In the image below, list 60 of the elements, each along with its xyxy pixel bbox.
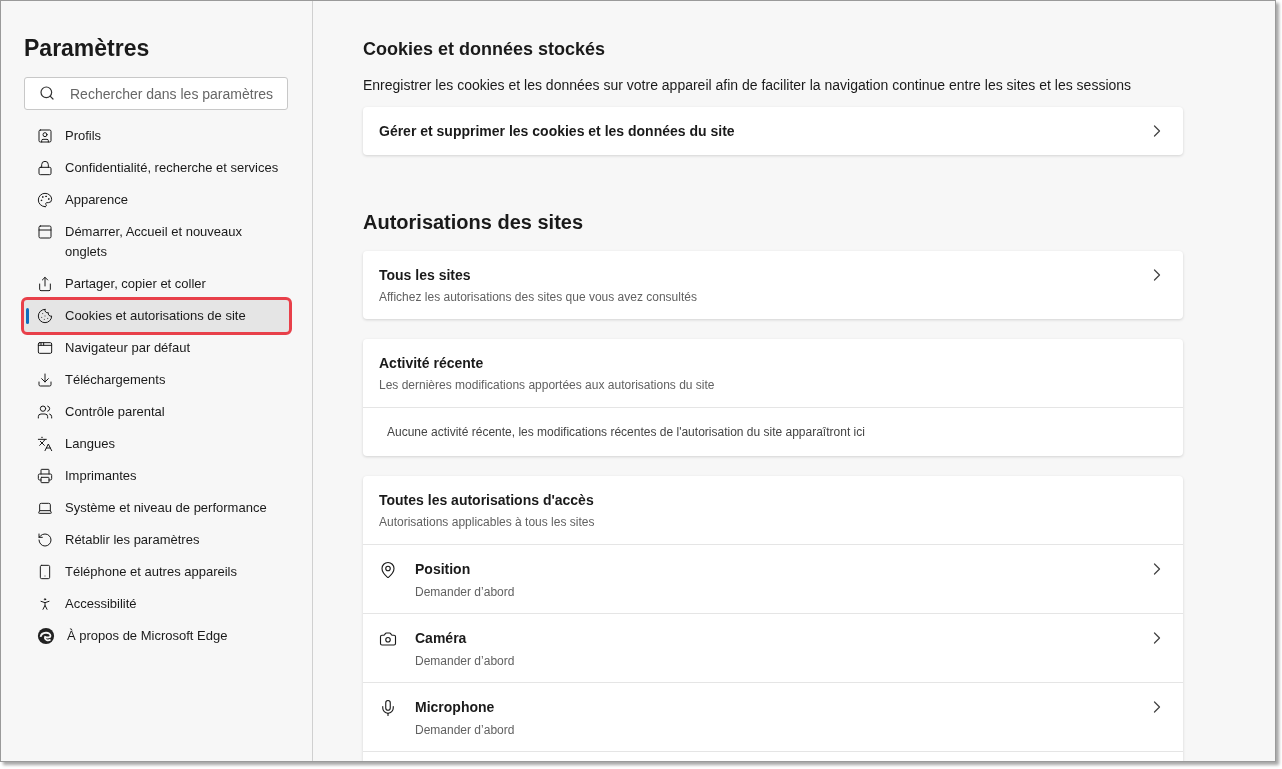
sidebar-item[interactable]: Imprimantes [24,460,289,492]
accessibility-icon [37,596,53,612]
microphone-icon [379,699,397,717]
row-subtitle: Affichez les autorisations des sites que vous avez consultés [379,289,697,306]
sidebar-item[interactable]: Partager, copier et coller [24,268,289,300]
camera-icon [379,630,397,648]
sidebar-item[interactable]: Confidentialité, recherche et services [24,152,289,184]
sidebar-item[interactable]: Cookies et autorisations de site [24,300,289,332]
laptop-icon [37,500,53,516]
row-title: Tous les sites [379,266,472,285]
settings-title: Paramètres [24,34,151,63]
browser-window-icon [37,340,53,356]
palette-icon [37,192,53,208]
profile-icon [37,128,53,144]
printer-icon [37,468,53,484]
sidebar-item[interactable]: Profils [24,120,289,152]
download-icon [37,372,53,388]
row-subtitle: Autorisations applicables à tous les sites [379,514,596,531]
edge-logo-icon [37,627,55,645]
share-icon [37,276,53,292]
sidebar-item[interactable]: Contrôle parental [24,396,289,428]
empty-message: Aucune activité récente, les modifications récentes de l'autorisation du site apparaîtront ici [387,424,865,441]
row-subtitle: Les dernières modifications apportées aux autorisations du site [379,377,716,394]
sidebar-item[interactable]: Accessibilité [24,588,289,620]
location-pin-icon [379,561,397,579]
sidebar-item[interactable]: À propos de Microsoft Edge [24,620,289,652]
permission-row[interactable]: Position Demander d’abord [363,545,1183,614]
permission-row[interactable]: Caméra Demander d’abord [363,614,1183,683]
selection-indicator [26,308,29,324]
permission-title: Microphone [415,698,496,717]
reset-icon [37,532,53,548]
sidebar-item[interactable]: Système et niveau de performance [24,492,289,524]
sidebar-item[interactable]: Téléphone et autres appareils [24,556,289,588]
sidebar-item[interactable]: Navigateur par défaut [24,332,289,364]
sidebar-item[interactable]: Téléchargements [24,364,289,396]
row-title: Activité récente [379,354,485,373]
permission-row[interactable]: Microphone Demander d’abord [363,683,1183,752]
manage-cookies-row[interactable]: Gérer et supprimer les cookies et les données du site [363,107,1183,155]
phone-icon [37,564,53,580]
section-heading: Autorisations des sites [363,210,585,235]
row-title: Toutes les autorisations d'accès [379,491,595,510]
permission-value: Demander d’abord [415,584,516,601]
cookie-icon [37,308,53,324]
lock-icon [37,160,53,176]
sidebar-item[interactable]: Apparence [24,184,289,216]
sidebar-item[interactable]: Démarrer, Accueil et nouveaux onglets [24,216,289,268]
sidebar-item[interactable]: Rétablir les paramètres [24,524,289,556]
search-field[interactable]: Rechercher dans les paramètres [24,77,288,110]
window-icon [37,224,53,240]
permission-value: Demander d’abord [415,722,516,739]
permission-title: Caméra [415,629,468,648]
section-heading: Cookies et données stockés [363,38,607,61]
sidebar-item[interactable]: Langues [24,428,289,460]
permission-value: Demander d’abord [415,653,516,670]
permission-title: Position [415,560,472,579]
section-description: Enregistrer les cookies et les données sur votre appareil afin de faciliter la navigation continue entre les sites et les sessions [363,76,1133,95]
people-icon [37,404,53,420]
language-icon [37,436,53,452]
all-sites-card[interactable]: Tous les sites Affichez les autorisations des sites que vous avez consultés [363,251,1183,319]
search-icon [39,85,55,101]
